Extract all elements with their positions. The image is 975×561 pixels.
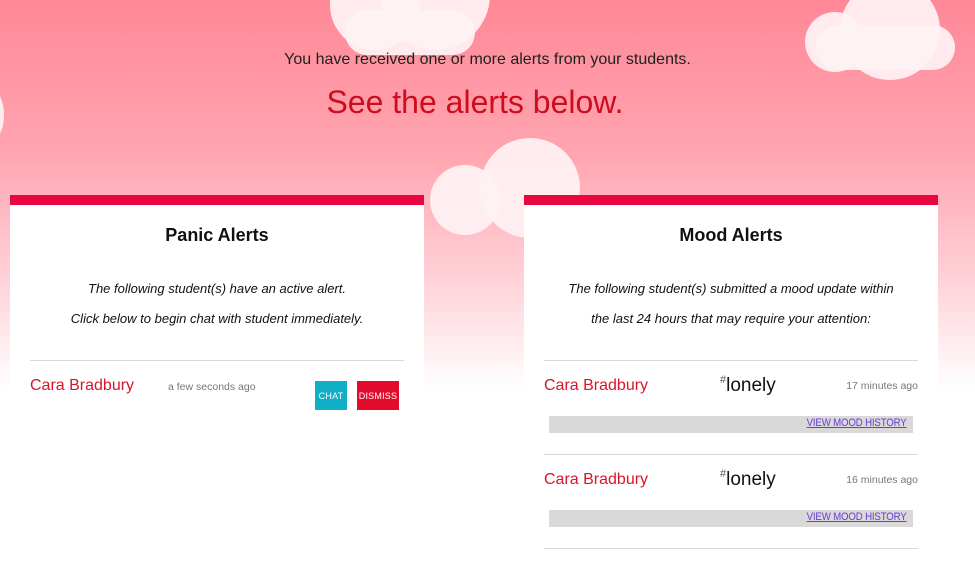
view-mood-history-link[interactable]: VIEW MOOD HISTORY — [807, 511, 907, 523]
alert-message: You have received one or more alerts fro… — [284, 51, 691, 68]
mood-timestamp: 17 minutes ago — [846, 380, 918, 392]
mood-value: lonely — [726, 469, 776, 490]
mood-value: lonely — [726, 375, 776, 396]
mood-description-line2: the last 24 hours that may require your … — [591, 311, 871, 326]
divider — [544, 548, 918, 549]
mood-tag: #lonely — [720, 468, 776, 491]
student-name-link[interactable]: Cara Bradbury — [544, 377, 648, 395]
student-name-link[interactable]: Cara Bradbury — [544, 471, 648, 489]
view-mood-history-link[interactable]: VIEW MOOD HISTORY — [807, 417, 907, 429]
divider — [544, 360, 918, 361]
panic-alerts-title: Panic Alerts — [165, 225, 269, 245]
mood-history-bar: VIEW MOOD HISTORY — [549, 416, 913, 433]
mood-tag: #lonely — [720, 374, 776, 397]
mood-history-bar: VIEW MOOD HISTORY — [549, 510, 913, 527]
panic-alerts-panel: Panic Alerts The following student(s) ha… — [10, 195, 424, 561]
mood-alerts-panel: Mood Alerts The following student(s) sub… — [524, 195, 938, 561]
panic-description-line1: The following student(s) have an active … — [88, 281, 346, 296]
chat-button[interactable]: CHAT — [315, 381, 347, 410]
mood-description-line1: The following student(s) submitted a moo… — [568, 281, 894, 296]
alert-timestamp: a few seconds ago — [168, 381, 256, 393]
student-name-link[interactable]: Cara Bradbury — [30, 377, 134, 395]
divider — [544, 454, 918, 455]
page-title: See the alerts below. — [326, 84, 624, 120]
mood-timestamp: 16 minutes ago — [846, 474, 918, 486]
cloud-decoration — [345, 10, 475, 55]
dismiss-button[interactable]: DISMISS — [357, 381, 399, 410]
divider — [30, 360, 404, 361]
mood-alerts-title: Mood Alerts — [679, 225, 783, 245]
hashtag-symbol: # — [720, 374, 727, 386]
panic-description-line2: Click below to begin chat with student i… — [70, 311, 364, 326]
hashtag-symbol: # — [720, 468, 727, 480]
